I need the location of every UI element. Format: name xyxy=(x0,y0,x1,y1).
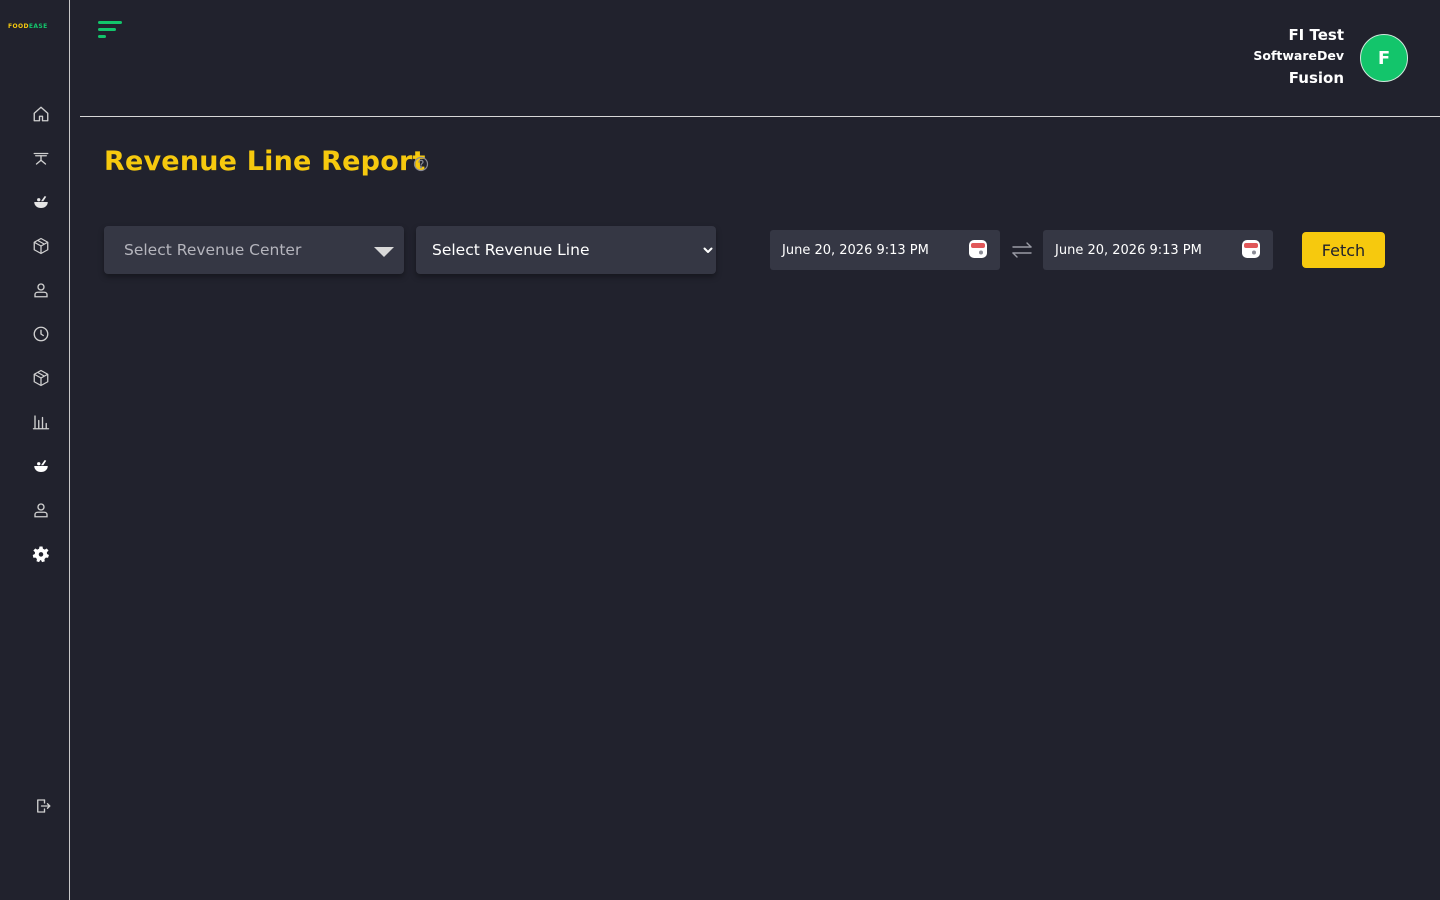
package-icon xyxy=(33,369,49,387)
sidebar-item-products[interactable] xyxy=(31,368,51,388)
chevron-down-icon xyxy=(703,247,713,253)
revenue-center-placeholder: Select Revenue Center xyxy=(124,241,302,259)
swap-arrows-icon xyxy=(1012,242,1032,258)
caret-down-icon xyxy=(374,247,394,257)
sidebar-item-reports[interactable] xyxy=(31,412,51,432)
revenue-center-select[interactable]: Select Revenue Center xyxy=(104,226,404,274)
sidebar-item-history[interactable] xyxy=(31,324,51,344)
home-icon xyxy=(33,106,49,122)
settings-gear-icon xyxy=(32,546,49,563)
clock-icon xyxy=(33,326,49,342)
help-circle-icon xyxy=(413,156,429,172)
sidebar-item-kitchen[interactable] xyxy=(31,456,51,476)
calendar-icon[interactable] xyxy=(968,239,988,259)
company-name-line1: SoftwareDev xyxy=(1253,48,1344,63)
food-bowl-icon xyxy=(34,196,48,208)
help-button[interactable] xyxy=(413,156,429,172)
date-to-value: June 20, 2026 9:13 PM xyxy=(1055,242,1202,258)
date-from-field[interactable]: June 20, 2026 9:13 PM xyxy=(770,230,1000,270)
menu-toggle-button[interactable] xyxy=(98,21,124,41)
user-info: FI Test SoftwareDev Fusion xyxy=(1253,26,1344,89)
user-icon xyxy=(34,283,48,298)
page-title: Revenue Line Report xyxy=(104,146,426,177)
revenue-line-value: Select Revenue Line xyxy=(432,241,590,259)
sidebar-item-menu[interactable] xyxy=(31,192,51,212)
sidebar-item-home[interactable] xyxy=(31,104,51,124)
sidebar-item-customers[interactable] xyxy=(31,280,51,300)
package-icon xyxy=(33,237,49,255)
calendar-icon[interactable] xyxy=(1241,239,1261,259)
sidebar: FOODEASE xyxy=(0,0,70,900)
date-to-field[interactable]: June 20, 2026 9:13 PM xyxy=(1043,230,1273,270)
brand-logo[interactable]: FOODEASE xyxy=(8,23,60,33)
sidebar-item-settings[interactable] xyxy=(31,544,51,564)
sidebar-item-inventory[interactable] xyxy=(31,236,51,256)
company-name-line2: Fusion xyxy=(1288,69,1344,87)
fetch-button[interactable]: Fetch xyxy=(1302,232,1385,268)
bar-chart-icon xyxy=(32,415,50,430)
header-divider xyxy=(80,116,1440,117)
user-name: FI Test xyxy=(1288,26,1344,44)
food-bowl-icon xyxy=(34,460,48,472)
avatar[interactable]: F xyxy=(1360,34,1408,82)
logout-button[interactable] xyxy=(33,796,53,816)
sidebar-item-staff[interactable] xyxy=(31,500,51,520)
dining-table-icon xyxy=(33,152,49,165)
logout-icon xyxy=(37,799,51,813)
user-icon xyxy=(34,503,48,518)
sidebar-item-tables[interactable] xyxy=(31,148,51,168)
hamburger-menu-icon xyxy=(98,21,122,38)
date-from-value: June 20, 2026 9:13 PM xyxy=(782,242,929,258)
revenue-line-select[interactable]: Select Revenue Line xyxy=(416,226,716,274)
